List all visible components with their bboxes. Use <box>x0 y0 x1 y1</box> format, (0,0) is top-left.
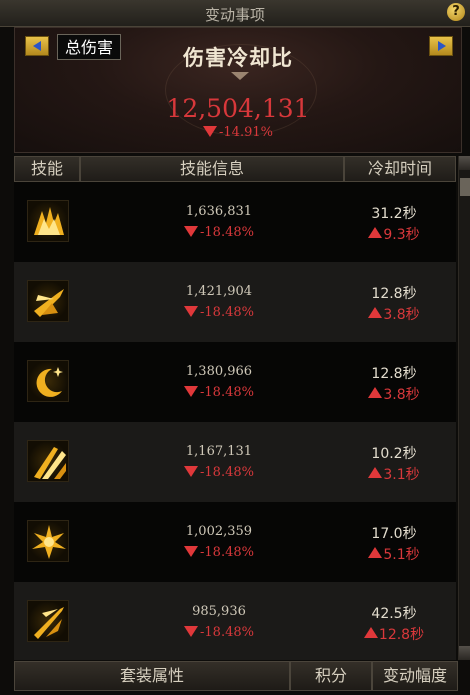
skill-cooldown-delta: 3.8秒 <box>344 384 444 404</box>
skill-cooldown: 12.8秒 <box>371 366 417 382</box>
decrease-arrow-icon <box>184 466 199 477</box>
slash-strikes-icon <box>27 440 69 482</box>
decrease-arrow-icon <box>184 626 199 637</box>
skill-cooldown: 17.0秒 <box>371 526 417 542</box>
scroll-up-button[interactable] <box>459 156 470 170</box>
skill-row[interactable]: 1,421,904 -18.48% 12.8秒 3.8秒 <box>14 262 456 342</box>
skill-row[interactable]: 1,380,966 -18.48% 12.8秒 3.8秒 <box>14 342 456 422</box>
damage-delta-value: -18.48% <box>200 465 254 480</box>
help-icon[interactable]: ? <box>447 3 465 21</box>
title-bar: 变动事项 ? <box>0 0 470 27</box>
increase-arrow-icon <box>368 467 383 478</box>
skill-row[interactable]: 1,167,131 -18.48% 10.2秒 3.1秒 <box>14 422 456 502</box>
next-button[interactable] <box>429 36 453 56</box>
tab-points[interactable]: 积分 <box>290 661 372 691</box>
decrease-arrow-icon <box>184 226 199 237</box>
skill-cooldown-delta: 12.8秒 <box>344 624 444 644</box>
damage-delta-value: -18.48% <box>200 385 254 400</box>
increase-arrow-icon <box>368 547 383 558</box>
skill-damage: 1,167,131 <box>185 444 253 459</box>
vertical-scrollbar[interactable] <box>458 156 470 660</box>
skill-damage: 1,421,904 <box>185 284 253 299</box>
cooldown-delta-value: 5.1秒 <box>383 547 420 563</box>
damage-delta-value: -18.48% <box>200 305 254 320</box>
window-title: 变动事项 <box>204 6 265 24</box>
divider-ornament-icon <box>231 72 249 80</box>
damage-delta-value: -18.48% <box>200 545 254 560</box>
skill-row[interactable]: 985,936 -18.48% 42.5秒 12.8秒 <box>14 582 456 660</box>
skill-cooldown: 12.8秒 <box>371 286 417 302</box>
spear-thrust-icon <box>27 280 69 322</box>
crescent-moon-icon <box>27 360 69 402</box>
skill-damage: 1,002,359 <box>185 524 253 539</box>
starburst-icon <box>27 520 69 562</box>
total-damage: 12,504,131 <box>166 94 310 123</box>
tab-set-attributes[interactable]: 套装属性 <box>14 661 290 691</box>
header-title: 伤害冷却比 <box>183 46 293 70</box>
decrease-arrow-icon <box>184 546 199 557</box>
total-delta-value: -14.91% <box>219 125 273 140</box>
decrease-arrow-icon <box>184 306 199 317</box>
skill-cooldown-delta: 5.1秒 <box>344 544 444 564</box>
column-header-cooldown[interactable]: 冷却时间 <box>344 156 456 182</box>
scroll-down-button[interactable] <box>459 646 470 660</box>
damage-delta-value: -18.48% <box>200 625 254 640</box>
skill-cooldown-delta: 3.1秒 <box>344 464 444 484</box>
skill-damage-delta: -18.48% <box>164 385 274 400</box>
skill-damage-delta: -18.48% <box>164 305 274 320</box>
skill-cooldown: 31.2秒 <box>371 206 417 222</box>
skill-damage-delta: -18.48% <box>164 545 274 560</box>
scroll-thumb[interactable] <box>460 178 470 196</box>
skill-damage-delta: -18.48% <box>164 625 274 640</box>
dash-lance-icon <box>27 600 69 642</box>
increase-arrow-icon <box>368 307 383 318</box>
skill-row[interactable]: 1,002,359 -18.48% 17.0秒 5.1秒 <box>14 502 456 582</box>
arrow-right-icon <box>438 41 446 51</box>
skill-list: 1,636,831 -18.48% 31.2秒 9.3秒 1,421,904 -… <box>14 182 456 660</box>
cooldown-delta-value: 3.1秒 <box>383 467 420 483</box>
skill-cooldown: 42.5秒 <box>371 606 417 622</box>
increase-arrow-icon <box>363 627 378 638</box>
flame-burst-icon <box>27 200 69 242</box>
skill-cooldown-delta: 3.8秒 <box>344 304 444 324</box>
cooldown-delta-value: 3.8秒 <box>383 387 420 403</box>
skill-damage: 1,380,966 <box>185 364 253 379</box>
increase-arrow-icon <box>368 227 383 238</box>
skill-cooldown-delta: 9.3秒 <box>344 224 444 244</box>
column-header-skill[interactable]: 技能 <box>14 156 80 182</box>
cooldown-delta-value: 12.8秒 <box>378 627 425 643</box>
skill-damage-delta: -18.48% <box>164 225 274 240</box>
skill-damage: 985,936 <box>192 604 246 619</box>
decrease-arrow-icon <box>184 386 199 397</box>
column-header-info[interactable]: 技能信息 <box>80 156 344 182</box>
skill-damage-delta: -18.48% <box>164 465 274 480</box>
skill-damage: 1,636,831 <box>185 204 253 219</box>
summary-header: 总伤害 伤害冷却比 12,504,131 -14.91% <box>14 27 462 153</box>
cooldown-delta-value: 3.8秒 <box>383 307 420 323</box>
skill-cooldown: 10.2秒 <box>371 446 417 462</box>
increase-arrow-icon <box>368 387 383 398</box>
skill-row[interactable]: 1,636,831 -18.48% 31.2秒 9.3秒 <box>14 182 456 262</box>
damage-delta-value: -18.48% <box>200 225 254 240</box>
cooldown-delta-value: 9.3秒 <box>383 227 420 243</box>
total-damage-delta: -14.91% <box>15 125 461 140</box>
decrease-arrow-icon <box>203 126 218 137</box>
tab-change-range[interactable]: 变动幅度 <box>372 661 458 691</box>
